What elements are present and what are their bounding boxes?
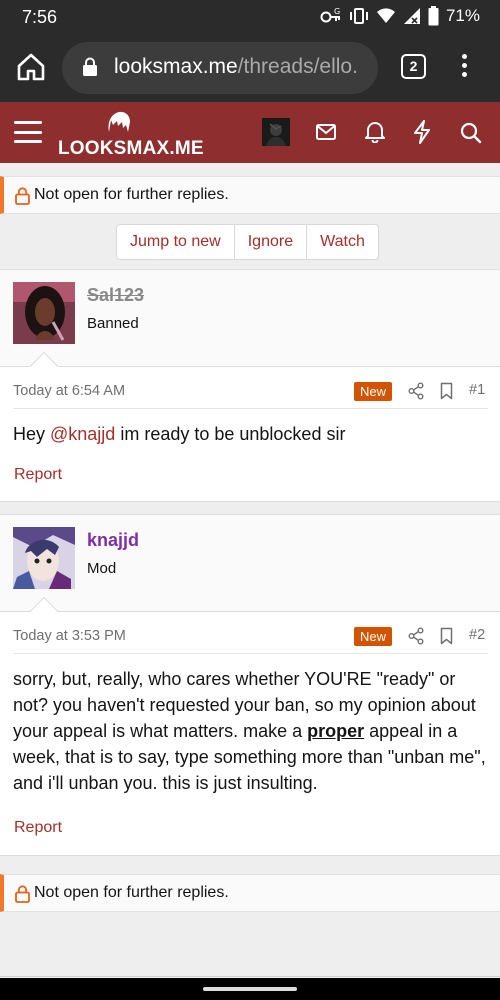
post-1: Sal123 Banned Today at 6:54 AM New #1 He… [0, 269, 500, 502]
username[interactable]: Sal123 [87, 285, 144, 306]
search-icon[interactable] [459, 121, 483, 145]
user-avatar[interactable] [262, 118, 290, 146]
post-2: knajjd Mod Today at 3:53 PM New #2 sorry… [0, 514, 500, 856]
divider [13, 653, 488, 654]
thread-locked-notice: Not open for further replies. [0, 176, 500, 214]
logo-hair-icon [108, 111, 130, 132]
lock-icon [15, 885, 30, 903]
post-user-bar: knajjd Mod [0, 515, 500, 612]
report-link[interactable]: Report [14, 466, 62, 484]
bookmark-icon[interactable] [440, 627, 453, 645]
vibrate-icon [349, 8, 368, 24]
menu-icon[interactable] [14, 121, 42, 143]
home-icon[interactable] [14, 50, 48, 84]
status-bar: 7:56 G 71% [0, 0, 500, 34]
battery-icon [428, 6, 439, 26]
emphasized-text: proper [307, 721, 365, 741]
lock-icon [15, 187, 30, 205]
share-icon[interactable] [408, 627, 424, 645]
post-body: Hey @knajjd im ready to be unblocked sir [13, 424, 346, 444]
post-number[interactable]: #1 [469, 382, 485, 398]
browser-toolbar: looksmax.me/threads/ello. 2 [0, 34, 500, 102]
user-mention[interactable]: @knajjd [50, 424, 115, 444]
thread-locked-notice: Not open for further replies. [0, 874, 500, 912]
avatar[interactable] [13, 527, 75, 589]
new-badge: New [354, 382, 393, 401]
signal-icon [403, 8, 420, 24]
site-logo[interactable]: LOOKSMAX.ME [58, 110, 204, 159]
user-title: Banned [87, 315, 139, 332]
user-title: Mod [87, 560, 117, 577]
bell-icon[interactable] [364, 119, 386, 143]
new-badge: New [354, 627, 393, 646]
tab-switcher-button[interactable]: 2 [401, 54, 426, 79]
site-header: LOOKSMAX.ME [0, 102, 500, 163]
avatar[interactable] [13, 282, 75, 344]
svg-text:G: G [334, 7, 340, 16]
post-user-bar: Sal123 Banned [0, 270, 500, 367]
post-timestamp[interactable]: Today at 6:54 AM [13, 383, 125, 399]
more-menu-icon[interactable] [454, 54, 474, 84]
username[interactable]: knajjd [87, 530, 139, 551]
address-bar[interactable]: looksmax.me/threads/ello. [62, 42, 378, 94]
lock-icon [83, 57, 97, 76]
status-icons: G 71% [320, 6, 480, 26]
bolt-icon[interactable] [412, 119, 432, 145]
post-number[interactable]: #2 [469, 627, 485, 643]
key-icon: G [320, 7, 340, 23]
report-link[interactable]: Report [14, 819, 62, 837]
clock: 7:56 [22, 7, 58, 27]
thread-actions: Jump to new Ignore Watch [116, 224, 379, 260]
post-body: sorry, but, really, who cares whether YO… [13, 669, 486, 793]
bookmark-icon[interactable] [440, 382, 453, 400]
wifi-icon [376, 8, 395, 23]
battery-percent: 71% [445, 6, 480, 25]
system-navigation-bar [0, 978, 500, 1000]
divider [0, 976, 500, 977]
jump-to-new-button[interactable]: Jump to new [117, 225, 235, 259]
mail-icon[interactable] [315, 121, 337, 143]
ignore-button[interactable]: Ignore [235, 225, 308, 259]
watch-button[interactable]: Watch [307, 225, 378, 259]
share-icon[interactable] [408, 382, 424, 400]
divider [13, 408, 488, 409]
post-timestamp[interactable]: Today at 3:53 PM [13, 628, 126, 644]
url-text: looksmax.me/threads/ello. [114, 55, 358, 78]
home-gesture-handle[interactable] [203, 987, 297, 991]
